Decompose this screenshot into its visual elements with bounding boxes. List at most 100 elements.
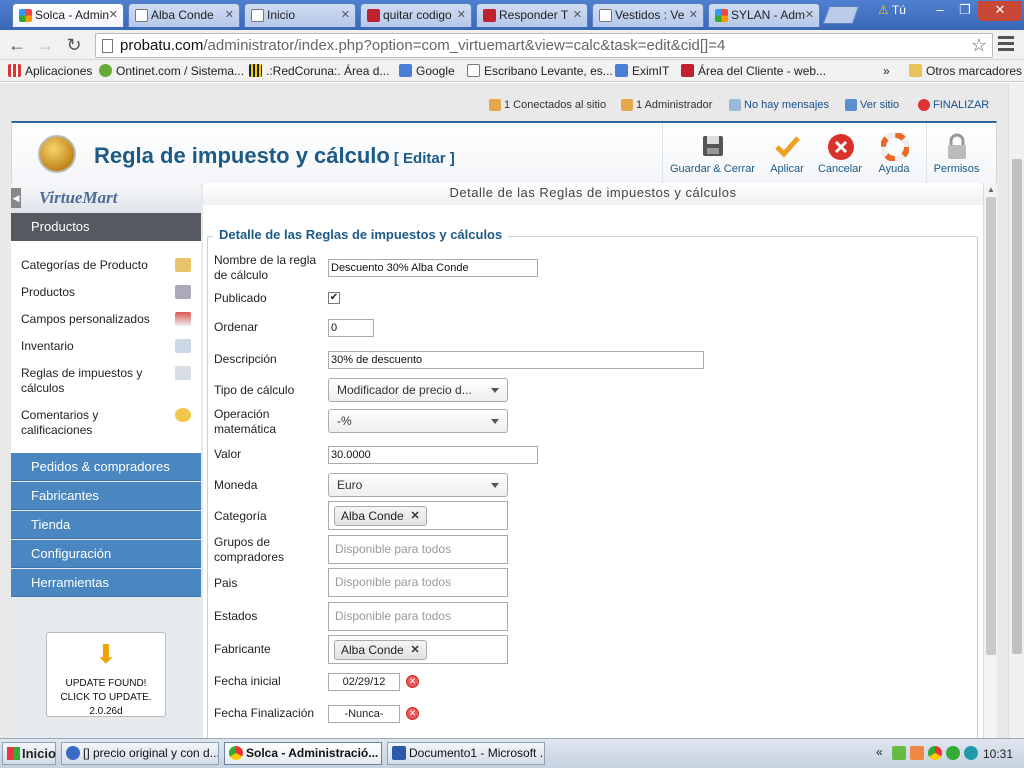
math-op-select[interactable]: -% [328, 409, 508, 433]
tray-app-icon[interactable] [910, 746, 924, 760]
close-icon[interactable]: ✕ [341, 8, 350, 21]
close-icon[interactable]: ✕ [689, 8, 698, 21]
sidebar-category-tools[interactable]: Herramientas [11, 569, 201, 597]
sidebar-category-shop[interactable]: Tienda [11, 511, 201, 539]
close-icon[interactable]: ✕ [109, 8, 118, 21]
sidebar-item-custom-fields[interactable]: Campos personalizados [21, 312, 191, 327]
help-button[interactable]: Ayuda [872, 123, 916, 185]
chrome-tray-icon[interactable] [928, 746, 942, 760]
sidebar-item-inventory[interactable]: Inventario [21, 339, 191, 354]
cancel-button[interactable]: Cancelar [815, 123, 865, 185]
remove-x-icon[interactable]: ✕ [411, 641, 420, 659]
value-input[interactable]: 30.0000 [328, 446, 538, 464]
clear-date-icon[interactable]: ✕ [406, 675, 419, 688]
close-icon[interactable]: ✕ [573, 8, 582, 21]
window-close-button[interactable]: ✕ [978, 1, 1022, 21]
bookmarks-more[interactable]: » [883, 64, 890, 78]
apply-button[interactable]: Aplicar [762, 123, 812, 185]
sidebar-category-manufacturers[interactable]: Fabricantes [11, 482, 201, 510]
browser-tab-solca[interactable]: Solca - Admin ✕ [12, 3, 124, 27]
page-scrollbar[interactable] [1008, 83, 1024, 738]
collapse-arrow-icon[interactable]: ◀ [11, 188, 21, 208]
calc-type-select[interactable]: Modificador de precio d... [328, 378, 508, 402]
currency-select[interactable]: Euro [328, 473, 508, 497]
published-checkbox[interactable]: ✔ [328, 292, 340, 304]
start-button[interactable]: Inicio [2, 742, 56, 765]
button-label: Guardar & Cerrar [670, 163, 755, 175]
taskbar-item-solca[interactable]: Solca - Administració... [224, 742, 382, 765]
page-scroll-thumb[interactable] [1012, 159, 1022, 654]
browser-tab-inicio[interactable]: Inicio ✕ [244, 3, 356, 27]
states-multiselect[interactable]: Disponible para todos [328, 602, 508, 631]
scroll-thumb[interactable] [986, 197, 996, 655]
bookmark-ontinet[interactable]: Ontinet.com / Sistema... [99, 64, 244, 78]
remove-x-icon[interactable]: ✕ [411, 507, 420, 525]
floppy-disk-icon [700, 133, 726, 159]
category-multiselect[interactable]: Alba Conde ✕ [328, 501, 508, 530]
security-icon[interactable] [946, 746, 960, 760]
content-scrollbar[interactable]: ▲ [983, 183, 997, 738]
star-icon[interactable]: ☆ [971, 34, 987, 57]
taskbar-item-word[interactable]: Documento1 - Microsoft ... [387, 742, 545, 765]
clear-date-icon[interactable]: ✕ [406, 707, 419, 720]
logout-link[interactable]: FINALIZAR [918, 99, 989, 111]
close-icon[interactable]: ✕ [805, 8, 814, 21]
view-site-link[interactable]: Ver sitio [845, 99, 899, 111]
taskbar-item-browser-other[interactable]: [] precio original y con d... [61, 742, 219, 765]
status-messages[interactable]: No hay mensajes [729, 99, 829, 111]
rule-name-input[interactable]: Descuento 30% Alba Conde [328, 259, 538, 277]
system-tray: « 10:31 [873, 742, 1021, 765]
manufacturer-multiselect[interactable]: Alba Conde ✕ [328, 635, 508, 664]
bookmark-other[interactable]: Otros marcadores [909, 64, 1022, 78]
browser-tab-alba[interactable]: Alba Conde ✕ [128, 3, 240, 27]
close-icon[interactable]: ✕ [225, 8, 234, 21]
address-bar[interactable]: probatu.com/administrator/index.php?opti… [95, 33, 993, 58]
browser-tab-vestidos[interactable]: Vestidos : Ve ✕ [592, 3, 704, 27]
bookmark-apps[interactable]: Aplicaciones [8, 64, 92, 78]
maximize-button[interactable]: ❐ [953, 1, 977, 21]
update-notice-button[interactable]: ⬇ UPDATE FOUND! CLICK TO UPDATE. 2.0.26d [46, 632, 166, 717]
start-date-input[interactable]: 02/29/12 [328, 673, 400, 691]
joomla-icon [715, 9, 728, 22]
browser-tab-sylan[interactable]: SYLAN - Adm ✕ [708, 3, 820, 27]
virtuemart-logo-text: VirtueMart [39, 188, 118, 207]
bookmark-google[interactable]: Google [399, 64, 455, 78]
permissions-button[interactable]: Permisos [926, 123, 986, 185]
country-multiselect[interactable]: Disponible para todos [328, 568, 508, 597]
bookmark-eximit[interactable]: EximIT [615, 64, 669, 78]
order-input[interactable]: 0 [328, 319, 374, 337]
sidebar-item-categories[interactable]: Categorías de Producto [21, 258, 191, 273]
minimize-button[interactable]: – [928, 1, 952, 21]
new-tab-button[interactable] [822, 6, 860, 24]
reload-icon[interactable]: ↻ [62, 33, 86, 57]
scroll-up-icon[interactable]: ▲ [987, 185, 995, 194]
bookmark-redcoruna[interactable]: .:RedCoruna:. Área d... [249, 64, 389, 78]
cancel-x-icon [827, 133, 854, 160]
bookmark-escribano[interactable]: Escribano Levante, es... [467, 64, 613, 78]
volume-icon[interactable] [964, 746, 978, 760]
sidebar-item-tax-rules[interactable]: Reglas de impuestos y cálculos [21, 366, 191, 396]
sidebar-item-products[interactable]: Productos [21, 285, 191, 300]
back-arrow-icon[interactable]: ← [5, 33, 29, 57]
sidebar-category-orders[interactable]: Pedidos & compradores [11, 453, 201, 481]
browser-tab-quitar[interactable]: quitar codigo ✕ [360, 3, 472, 27]
browser-tab-responder[interactable]: Responder T ✕ [476, 3, 588, 27]
save-close-button[interactable]: Guardar & Cerrar [662, 123, 762, 185]
sidebar-item-reviews[interactable]: Comentarios y calificaciones [21, 408, 191, 438]
network-icon[interactable] [892, 746, 906, 760]
tab-title: Responder T [499, 8, 569, 22]
status-text: 1 Administrador [636, 99, 713, 111]
profile-button[interactable]: ⚠ Tú [878, 3, 906, 17]
end-date-input[interactable]: -Nunca- [328, 705, 400, 723]
sidebar-section-products[interactable]: Productos [11, 213, 201, 241]
close-icon[interactable]: ✕ [457, 8, 466, 21]
forward-arrow-icon[interactable]: → [33, 33, 57, 57]
description-input[interactable]: 30% de descuento [328, 351, 704, 369]
tray-expand-icon[interactable]: « [876, 745, 883, 759]
menu-icon[interactable] [998, 36, 1014, 52]
profile-label: Tú [891, 3, 906, 17]
clock[interactable]: 10:31 [983, 747, 1013, 761]
bookmark-area-cliente[interactable]: Área del Cliente - web... [681, 64, 826, 78]
buyer-groups-multiselect[interactable]: Disponible para todos [328, 535, 508, 564]
sidebar-category-configuration[interactable]: Configuración [11, 540, 201, 568]
